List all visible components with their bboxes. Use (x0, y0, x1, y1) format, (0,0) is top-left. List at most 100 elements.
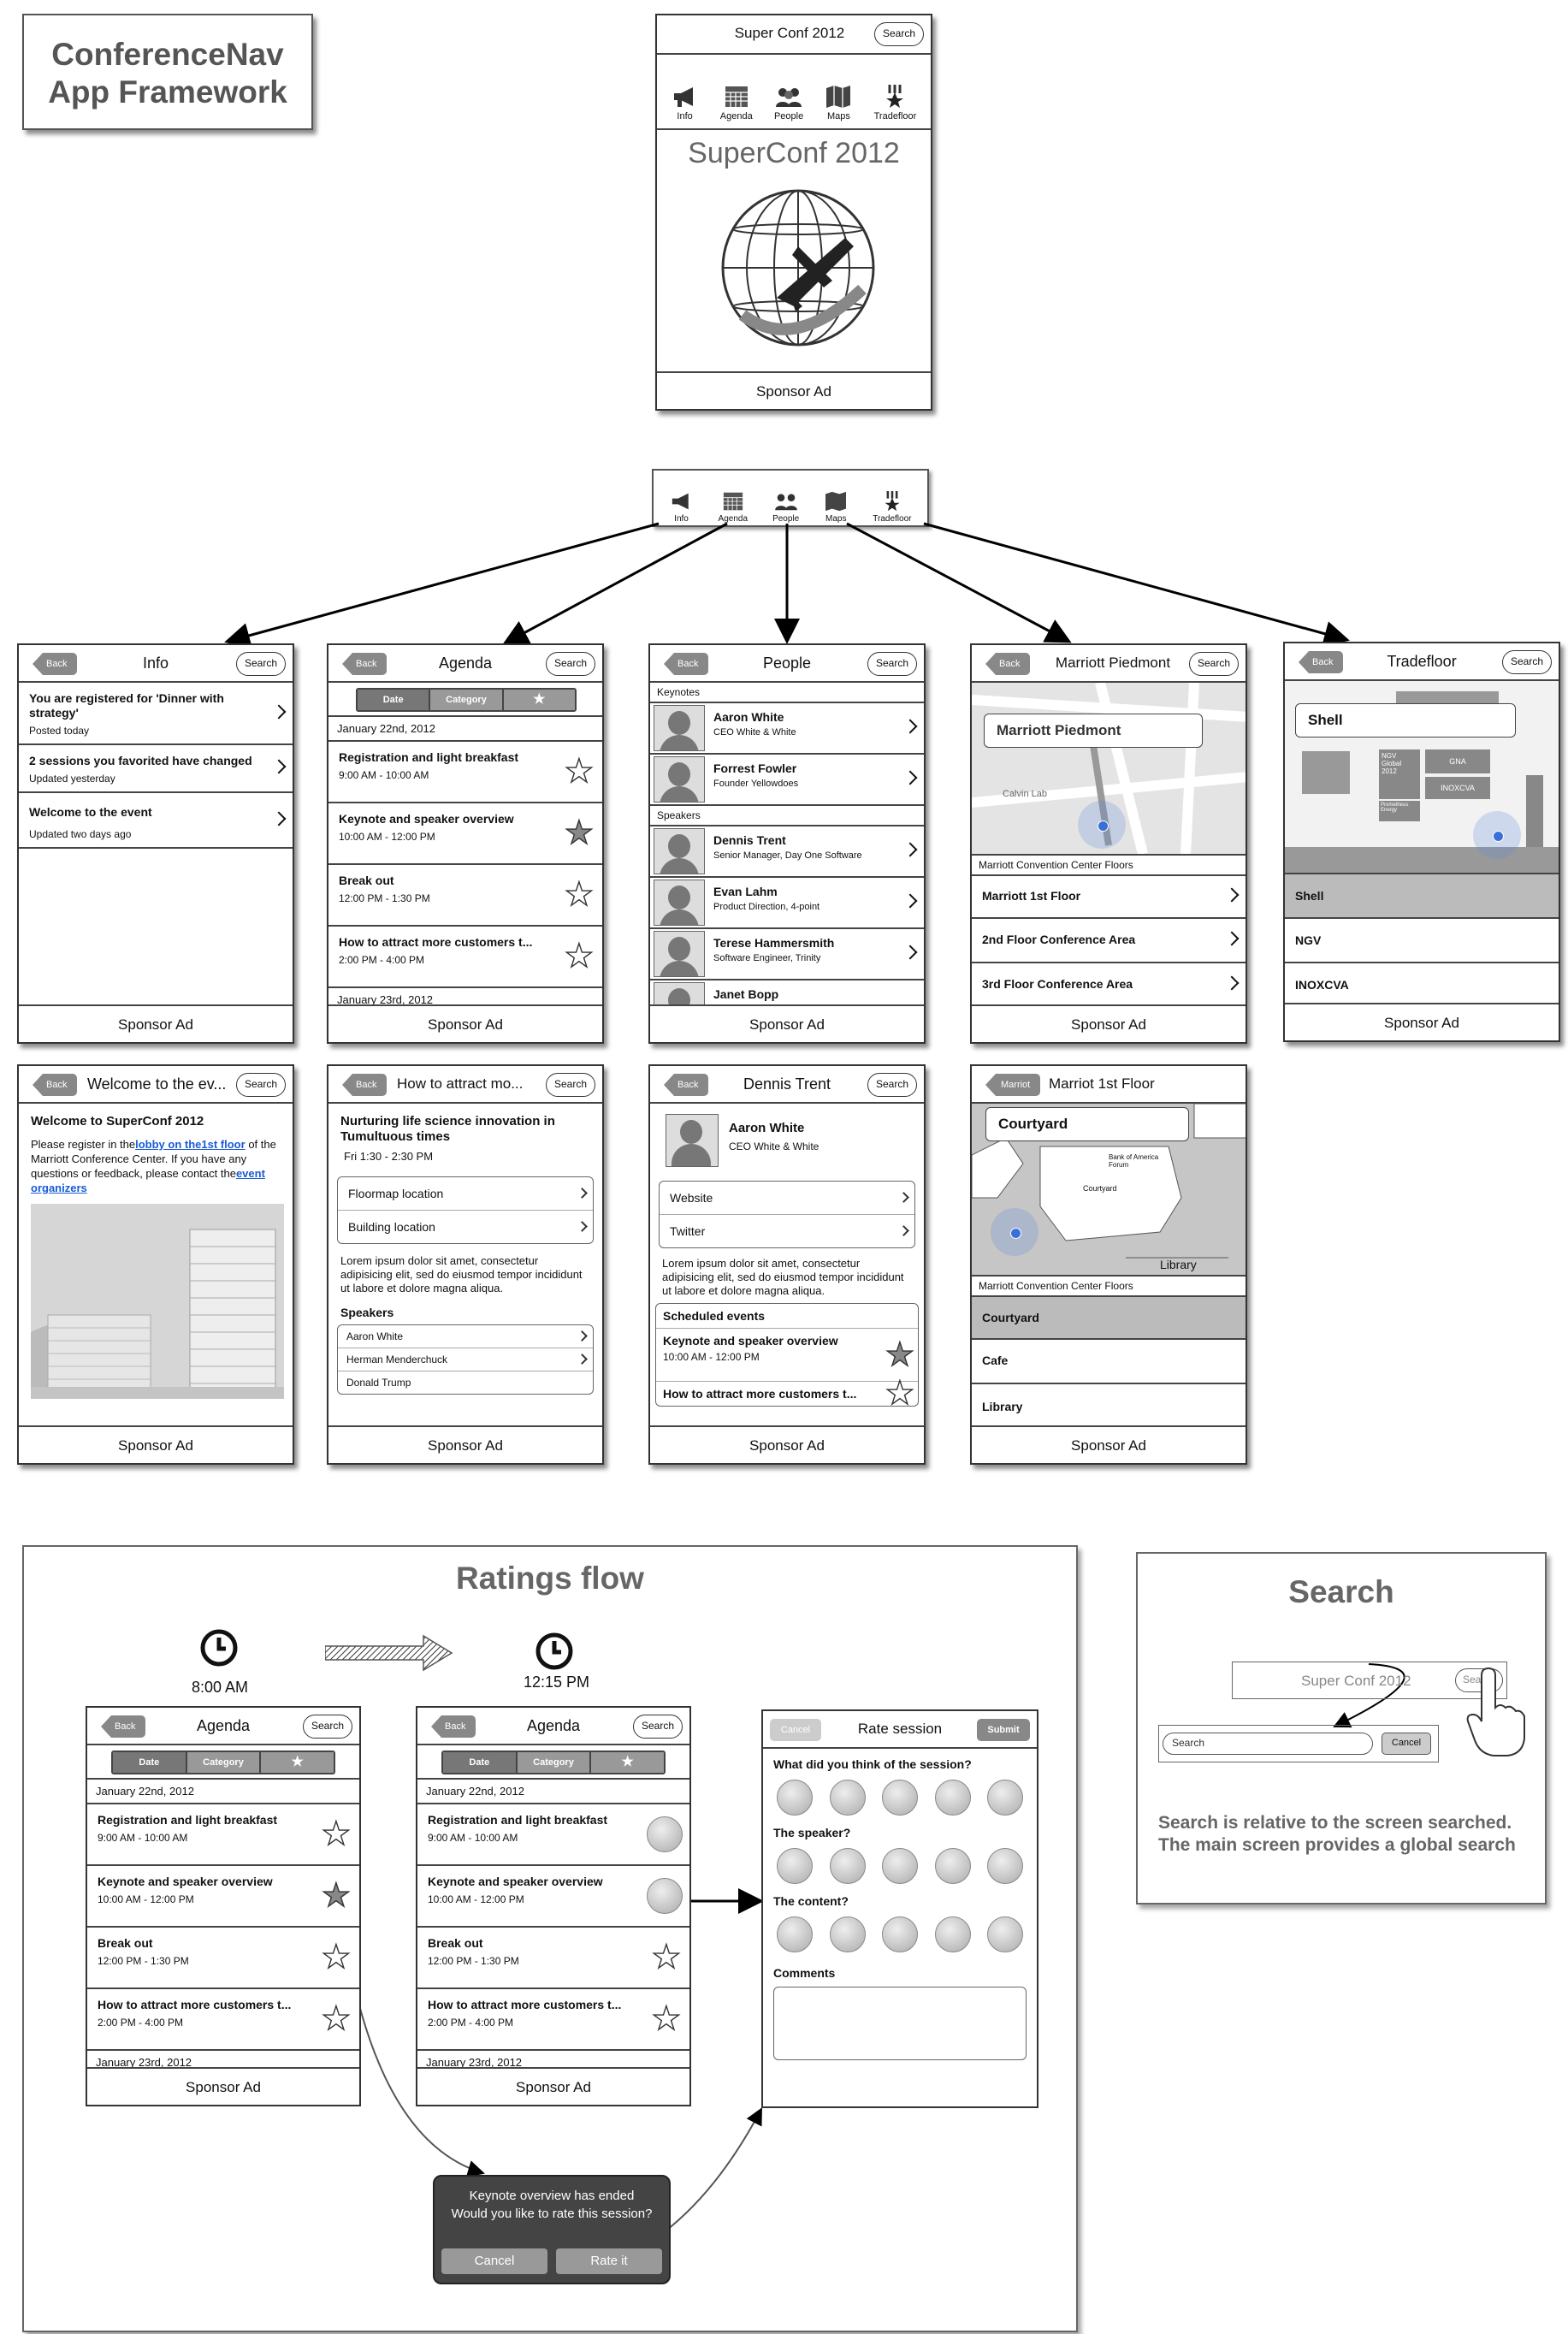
agenda-item[interactable]: Break out 12:00 PM - 1:30 PM ★ (87, 1928, 359, 1989)
location-item[interactable]: Library (972, 1384, 1246, 1429)
back-button[interactable]: Back (342, 653, 388, 675)
back-button[interactable]: Back (431, 1715, 476, 1738)
floor-map[interactable]: Bank of America Forum Courtyard Library … (972, 1104, 1246, 1275)
search-button[interactable]: Search (867, 652, 917, 676)
agenda-item[interactable]: Registration and light breakfast 9:00 AM … (417, 1804, 689, 1866)
agenda-segmented-control[interactable]: Date Category ★ (356, 688, 577, 712)
search-button[interactable]: Search (1188, 652, 1239, 676)
person-row[interactable]: Janet Bopp (650, 980, 924, 1004)
search-button[interactable]: Search (867, 1073, 917, 1097)
floor-item[interactable]: 2nd Floor Conference Area (972, 919, 1246, 963)
star-outline-icon[interactable]: ★ (321, 2001, 351, 2036)
star-outline-icon[interactable]: ★ (564, 939, 594, 974)
speaker-link[interactable]: Donald Trump (338, 1371, 593, 1394)
speaker-link[interactable]: Aaron White (338, 1325, 593, 1348)
star-filled-icon[interactable]: ★ (885, 1337, 914, 1372)
floor-item[interactable]: Marriott 1st Floor (972, 876, 1246, 919)
person-row[interactable]: Evan Lahm Product Direction, 4-point (650, 878, 924, 929)
back-button[interactable]: Back (985, 653, 1031, 675)
search-button[interactable]: Search (545, 1073, 595, 1097)
back-button[interactable]: Back (1299, 651, 1344, 673)
agenda-item[interactable]: Break out 12:00 PM - 1:30 PM ★ (328, 865, 602, 927)
person-row[interactable]: Terese Hammersmith Software Engineer, Tri… (650, 929, 924, 980)
agenda-item[interactable]: Break out 12:00 PM - 1:30 PM ★ (417, 1928, 689, 1989)
comments-field[interactable] (773, 1987, 1027, 2060)
location-callout[interactable]: Marriott Piedmont (984, 714, 1203, 748)
sponsor-ad[interactable]: Sponsor Ad (650, 1004, 924, 1042)
booth-item[interactable]: INOXCVA (1285, 963, 1559, 1008)
agenda-segmented-control[interactable]: Date Category ★ (111, 1750, 335, 1774)
list-item[interactable]: You are registered for 'Dinner with stra… (19, 683, 293, 745)
alert-rate-button[interactable]: Rate it (556, 2248, 662, 2274)
star-filled-icon[interactable]: ★ (321, 1878, 351, 1913)
star-outline-icon[interactable]: ★ (321, 1940, 351, 1975)
star-filled-icon[interactable]: ★ (564, 815, 594, 850)
floormap-link[interactable]: Floormap location (338, 1177, 593, 1211)
sponsor-ad[interactable]: Sponsor Ad (1285, 1003, 1559, 1040)
alert-cancel-button[interactable]: Cancel (441, 2248, 547, 2274)
rating-faces[interactable] (777, 1780, 1023, 1816)
back-button[interactable]: Back (664, 653, 709, 675)
tab-favorites[interactable]: ★ (501, 690, 575, 710)
list-item[interactable]: 2 sessions you favorited have changed Upd… (19, 745, 293, 793)
smiley-face-icon[interactable] (647, 1878, 683, 1914)
agenda-item[interactable]: Keynote and speaker overview 10:00 AM - 1… (328, 803, 602, 865)
tab-category[interactable]: Category (429, 690, 502, 710)
list-item[interactable]: Welcome to the event Updated two days ago (19, 793, 293, 849)
tab-date[interactable]: Date (358, 690, 429, 710)
sponsor-ad[interactable]: Sponsor Ad (972, 1004, 1246, 1042)
lobby-link[interactable]: lobby on the1st floor (135, 1138, 246, 1151)
sponsor-ad[interactable]: Sponsor Ad (19, 1004, 293, 1042)
booth-item[interactable]: Shell (1285, 874, 1559, 919)
star-outline-icon[interactable]: ★ (321, 1816, 351, 1851)
back-button[interactable]: Back (101, 1715, 146, 1738)
event-item[interactable]: How to attract more customers t... ★ (656, 1376, 918, 1411)
back-button[interactable]: Back (33, 1074, 78, 1096)
search-button[interactable]: Search (235, 652, 286, 676)
twitter-link[interactable]: Twitter (660, 1215, 914, 1247)
sponsor-ad[interactable]: Sponsor Ad (328, 1425, 602, 1463)
booth-callout[interactable]: Shell (1295, 703, 1516, 738)
rate-cancel-button[interactable]: Cancel (770, 1719, 821, 1741)
location-item[interactable]: Cafe (972, 1340, 1246, 1384)
building-link[interactable]: Building location (338, 1211, 593, 1243)
back-button[interactable]: Marriot (985, 1074, 1041, 1096)
location-item[interactable]: Courtyard (972, 1297, 1246, 1340)
agenda-item[interactable]: How to attract more customers t... 2:00 P… (328, 927, 602, 988)
sponsor-ad[interactable]: Sponsor Ad (972, 1425, 1246, 1463)
sponsor-ad[interactable]: Sponsor Ad (417, 2067, 689, 2105)
agenda-item[interactable]: Registration and light breakfast 9:00 AM … (328, 742, 602, 803)
person-row[interactable]: Forrest Fowler Founder Yellowdoes (650, 755, 924, 806)
star-outline-icon[interactable]: ★ (564, 877, 594, 912)
search-button[interactable]: Search (1501, 650, 1552, 674)
back-button[interactable]: Back (664, 1074, 709, 1096)
sponsor-ad[interactable]: Sponsor Ad (328, 1004, 602, 1042)
event-item[interactable]: Keynote and speaker overview 10:00 AM - 1… (656, 1329, 918, 1382)
person-row[interactable]: Aaron White CEO White & White (650, 703, 924, 755)
floor-item[interactable]: 3rd Floor Conference Area (972, 963, 1246, 1006)
booth-item[interactable]: NGV (1285, 919, 1559, 963)
sponsor-ad[interactable]: Sponsor Ad (19, 1425, 293, 1463)
star-outline-icon[interactable]: ★ (885, 1376, 914, 1411)
search-cancel-button[interactable]: Cancel (1382, 1733, 1431, 1755)
search-button[interactable]: Search (302, 1715, 352, 1739)
back-button[interactable]: Back (342, 1074, 388, 1096)
agenda-item[interactable]: Keynote and speaker overview 10:00 AM - 1… (417, 1866, 689, 1928)
sponsor-ad[interactable]: Sponsor Ad (87, 2067, 359, 2105)
search-button[interactable]: Search (235, 1073, 286, 1097)
search-button[interactable]: Search (545, 652, 595, 676)
agenda-item[interactable]: How to attract more customers t... 2:00 P… (417, 1989, 689, 2051)
smiley-face-icon[interactable] (647, 1816, 683, 1852)
star-outline-icon[interactable]: ★ (651, 2001, 681, 2036)
website-link[interactable]: Website (660, 1182, 914, 1215)
location-callout[interactable]: Courtyard (985, 1107, 1189, 1141)
star-outline-icon[interactable]: ★ (651, 1940, 681, 1975)
tradefloor-map[interactable]: NGV Global 2012 GNA INOXCVA Prometheus E… (1285, 681, 1559, 873)
search-button[interactable]: Search (632, 1715, 683, 1739)
back-button[interactable]: Back (33, 653, 78, 675)
speaker-link[interactable]: Herman Menderchuck (338, 1348, 593, 1371)
rate-submit-button[interactable]: Submit (977, 1719, 1030, 1741)
agenda-segmented-control[interactable]: Date Category ★ (441, 1750, 666, 1774)
rating-faces[interactable] (777, 1916, 1023, 1952)
agenda-item[interactable]: Keynote and speaker overview 10:00 AM - 1… (87, 1866, 359, 1928)
